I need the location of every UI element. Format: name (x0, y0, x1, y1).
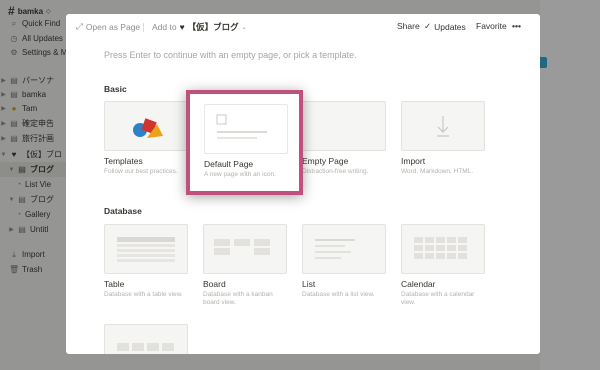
check-icon: ✓ (424, 21, 432, 31)
list-icon (315, 239, 355, 259)
add-to-button[interactable]: Add to ♥ 【仮】ブログ ⌄ (152, 21, 247, 33)
card-name: Import (401, 156, 426, 166)
card-description: Database with a kanban board view. (203, 291, 273, 306)
shapes-icon (133, 118, 163, 138)
card-description: Follow our best practices. (104, 168, 178, 175)
card-description: Database with a calendar view. (401, 291, 475, 306)
template-card-list[interactable]: List Database with a list view. (302, 224, 386, 299)
open-as-page-button[interactable]: ⤢ Open as Page (76, 21, 140, 32)
share-button[interactable]: Share (397, 21, 420, 31)
card-description: Database with a list view. (302, 291, 375, 298)
templates-thumbnail (104, 101, 188, 151)
divider (143, 23, 144, 32)
card-name: List (302, 279, 316, 289)
template-card-table[interactable]: Table Database with a table view. (104, 224, 188, 299)
template-card-default-page[interactable]: Default Page A new page with an icon. (186, 90, 303, 195)
card-description: A new page with an icon. (204, 171, 276, 178)
table-icon (117, 237, 175, 262)
card-name: Empty Page (302, 156, 349, 166)
template-card-import[interactable]: Import Word, Markdown, HTML. (401, 101, 485, 176)
template-card-gallery[interactable] (104, 324, 188, 354)
updates-button[interactable]: ✓ Updates (424, 21, 466, 32)
gallery-thumbnail (104, 324, 188, 354)
expand-icon: ⤢ (76, 21, 83, 31)
section-basic-heading: Basic (104, 84, 127, 94)
heart-icon: ♥ (179, 22, 185, 32)
import-thumbnail (401, 101, 485, 151)
card-name: Templates (104, 156, 143, 166)
board-thumbnail (203, 224, 287, 274)
table-thumbnail (104, 224, 188, 274)
more-button[interactable]: ••• (512, 21, 521, 31)
card-name: Default Page (204, 159, 254, 169)
template-card-empty-page[interactable]: Empty Page Distraction-free writing. (302, 101, 386, 176)
section-database-heading: Database (104, 206, 142, 216)
default-page-thumbnail (204, 104, 288, 154)
gallery-icon (117, 343, 174, 351)
board-icon (214, 239, 270, 255)
card-description: Distraction-free writing. (302, 168, 369, 175)
template-picker-modal: ⤢ Open as Page Add to ♥ 【仮】ブログ ⌄ Share ✓… (66, 14, 540, 354)
page-with-icon-icon (216, 114, 267, 139)
more-icon: ••• (512, 21, 521, 31)
modal-topbar: ⤢ Open as Page Add to ♥ 【仮】ブログ ⌄ Share ✓… (66, 14, 540, 40)
card-description: Word, Markdown, HTML. (401, 168, 474, 175)
card-name: Table (104, 279, 125, 289)
empty-page-thumbnail (302, 101, 386, 151)
list-thumbnail (302, 224, 386, 274)
template-card-calendar[interactable]: Calendar Database with a calendar view. (401, 224, 485, 307)
template-prompt: Press Enter to continue with an empty pa… (104, 50, 357, 60)
favorite-button[interactable]: Favorite (476, 21, 507, 31)
card-description: Database with a table view. (104, 291, 183, 298)
calendar-icon (414, 237, 467, 259)
calendar-thumbnail (401, 224, 485, 274)
card-name: Calendar (401, 279, 436, 289)
chevron-down-icon: ⌄ (241, 24, 247, 31)
download-icon (437, 116, 449, 137)
template-card-templates[interactable]: Templates Follow our best practices. (104, 101, 188, 176)
card-name: Board (203, 279, 226, 289)
template-card-board[interactable]: Board Database with a kanban board view. (203, 224, 287, 307)
